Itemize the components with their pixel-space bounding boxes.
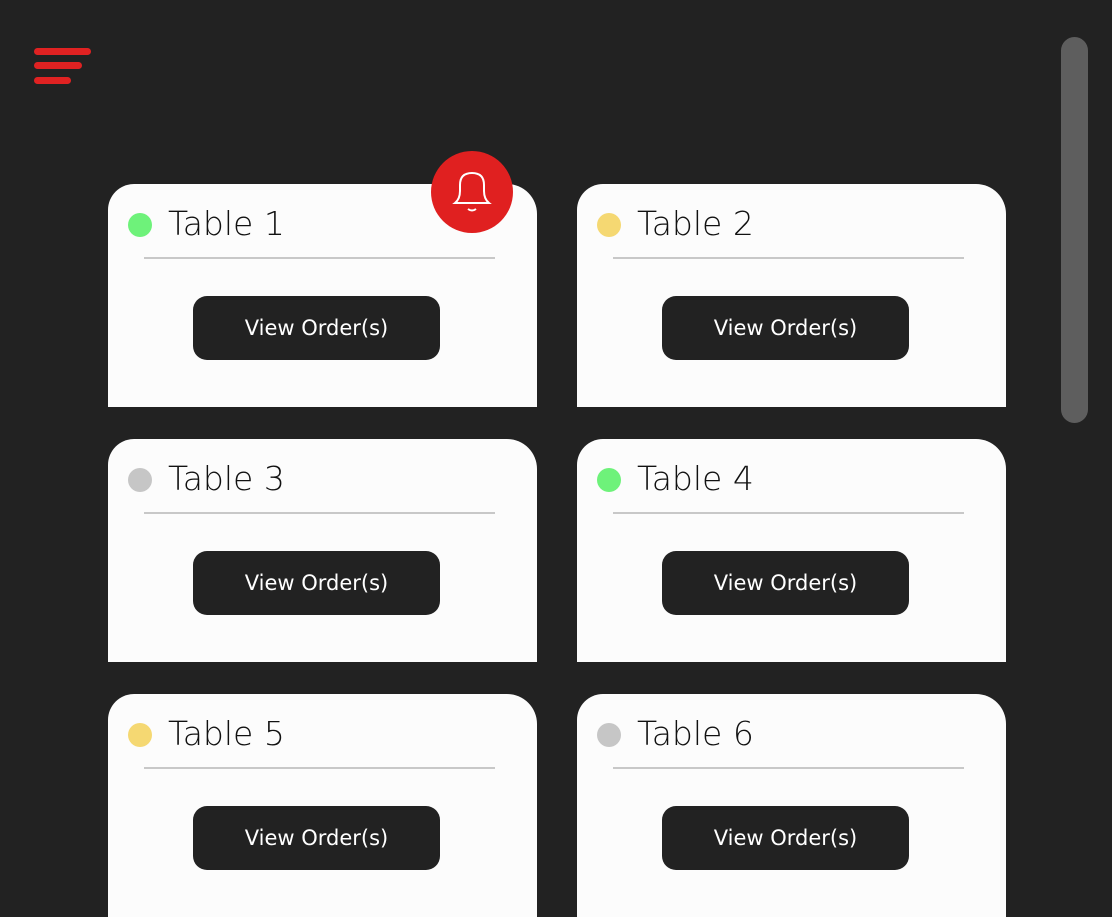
view-orders-button[interactable]: View Order(s) xyxy=(662,296,909,360)
status-dot xyxy=(597,468,621,492)
divider xyxy=(144,512,495,514)
status-dot xyxy=(128,468,152,492)
divider xyxy=(144,767,495,769)
table-card: Table 2 View Order(s) xyxy=(577,184,1006,407)
view-orders-button[interactable]: View Order(s) xyxy=(193,806,440,870)
table-title: Table 3 xyxy=(168,459,285,498)
view-orders-button[interactable]: View Order(s) xyxy=(193,296,440,360)
divider xyxy=(613,512,964,514)
table-title: Table 1 xyxy=(168,204,285,243)
table-title: Table 5 xyxy=(168,714,285,753)
bell-icon xyxy=(452,171,492,212)
table-title: Table 4 xyxy=(637,459,754,498)
view-orders-button[interactable]: View Order(s) xyxy=(662,551,909,615)
table-title: Table 2 xyxy=(637,204,754,243)
scrollbar[interactable] xyxy=(1061,37,1088,423)
divider xyxy=(613,767,964,769)
view-orders-button[interactable]: View Order(s) xyxy=(662,806,909,870)
status-dot xyxy=(128,213,152,237)
table-card: Table 5 View Order(s) xyxy=(108,694,537,917)
status-dot xyxy=(128,723,152,747)
menu-icon[interactable] xyxy=(34,48,94,88)
notification-bell-button[interactable] xyxy=(431,151,513,233)
table-card: Table 6 View Order(s) xyxy=(577,694,1006,917)
table-card: Table 4 View Order(s) xyxy=(577,439,1006,662)
view-orders-button[interactable]: View Order(s) xyxy=(193,551,440,615)
table-card: Table 3 View Order(s) xyxy=(108,439,537,662)
divider xyxy=(144,257,495,259)
status-dot xyxy=(597,723,621,747)
table-title: Table 6 xyxy=(637,714,754,753)
status-dot xyxy=(597,213,621,237)
divider xyxy=(613,257,964,259)
